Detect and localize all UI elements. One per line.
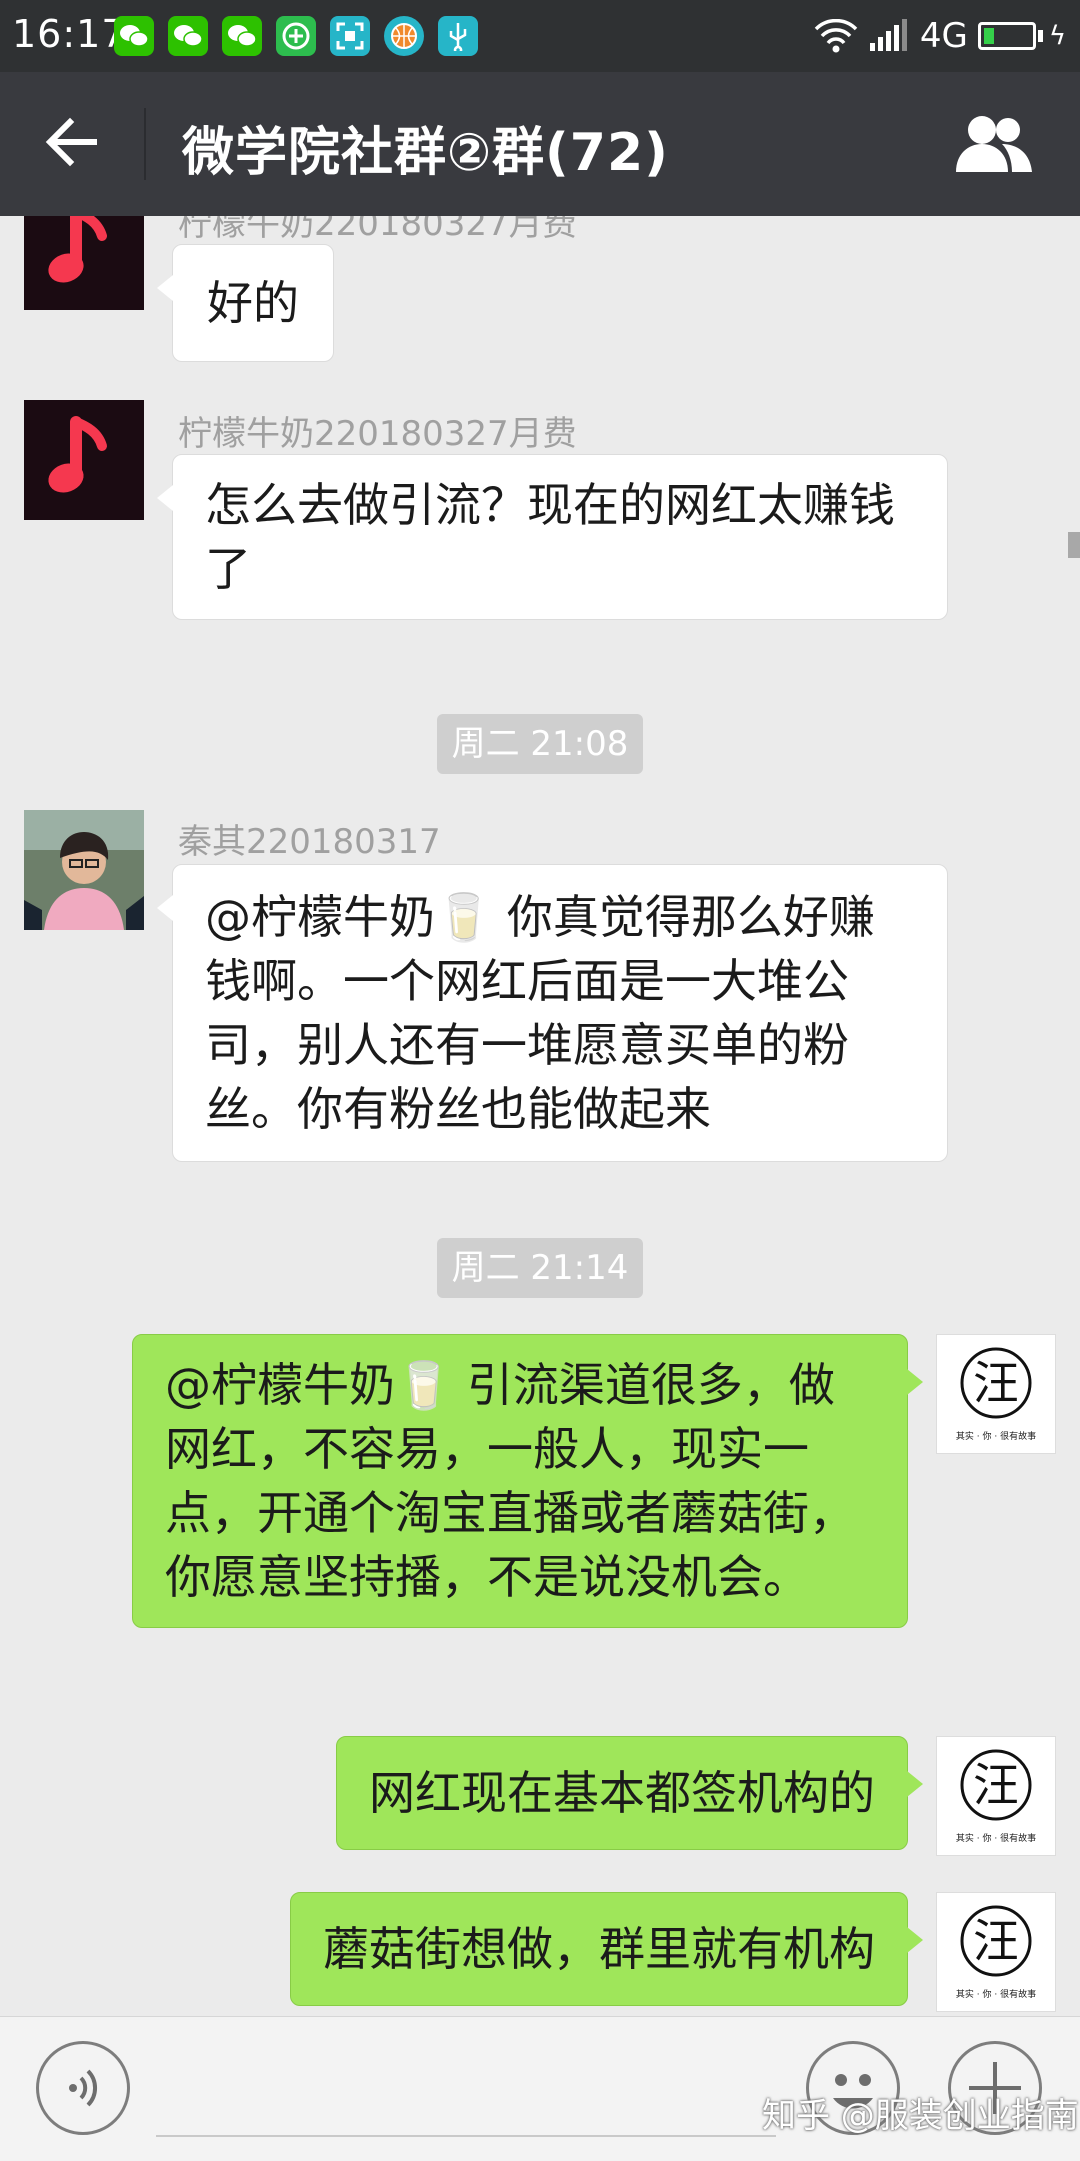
avatar-qin-qi[interactable] bbox=[24, 810, 144, 930]
battery-icon bbox=[977, 22, 1036, 50]
wang-logo: 汪 其实 · 你 · 很有故事 bbox=[956, 1749, 1036, 1844]
battery-tip bbox=[1037, 30, 1043, 42]
status-right: 4G ϟ bbox=[814, 12, 1066, 60]
svg-text:汪: 汪 bbox=[973, 1758, 1019, 1812]
scan-icon bbox=[330, 16, 370, 56]
svg-text:汪: 汪 bbox=[973, 1914, 1019, 1968]
group-members-button[interactable] bbox=[952, 112, 1036, 176]
message-bubble-outgoing[interactable]: @柠檬牛奶🥛 引流渠道很多，做网红，不容易，一般人，现实一点，开通个淘宝直播或者… bbox=[132, 1334, 923, 1628]
wang-logo: 汪 其实 · 你 · 很有故事 bbox=[956, 1347, 1036, 1442]
svg-text:其实 · 你 · 很有故事: 其实 · 你 · 很有故事 bbox=[956, 1430, 1036, 1442]
sender-name: 柠檬牛奶220180327月费 bbox=[178, 216, 577, 244]
title-bar: 微学院社群②群(72) bbox=[0, 72, 1080, 216]
charging-icon: ϟ bbox=[1048, 21, 1066, 51]
chat-title: 微学院社群②群(72) bbox=[182, 123, 669, 183]
message-bubble-incoming[interactable]: 怎么去做引流？现在的网红太赚钱了 bbox=[157, 454, 948, 620]
message-bubble-outgoing[interactable]: 网红现在基本都签机构的 bbox=[336, 1736, 923, 1850]
signal-icon bbox=[869, 19, 907, 51]
wechat-icon bbox=[222, 16, 262, 56]
basketball-icon bbox=[384, 16, 424, 56]
message-bubble-incoming[interactable]: @柠檬牛奶🥛 你真觉得那么好赚钱啊。一个网红后面是一大堆公司，别人还有一堆愿意买… bbox=[157, 864, 948, 1162]
avatar-self[interactable]: 汪 其实 · 你 · 很有故事 bbox=[936, 1892, 1056, 2012]
sender-name: 秦其220180317 bbox=[178, 822, 441, 862]
timestamp: 周二 21:14 bbox=[437, 1238, 643, 1298]
back-arrow-icon bbox=[45, 117, 97, 167]
wechat-icon bbox=[114, 16, 154, 56]
plus-circle-icon bbox=[276, 16, 316, 56]
scrollbar-thumb[interactable] bbox=[1068, 532, 1080, 558]
avatar-self[interactable]: 汪 其实 · 你 · 很有故事 bbox=[936, 1736, 1056, 1856]
chat-message-list[interactable]: 柠檬牛奶220180327月费 好的 柠檬牛奶220180327月费 怎么去做引… bbox=[0, 216, 1080, 2016]
wifi-icon bbox=[814, 19, 858, 53]
music-note-icon bbox=[48, 216, 107, 283]
network-type: 4G bbox=[919, 16, 968, 56]
message-bubble-incoming[interactable]: 好的 bbox=[157, 244, 334, 362]
message-bubble-outgoing[interactable]: 蘑菇街想做，群里就有机构 bbox=[290, 1892, 923, 2006]
timestamp: 周二 21:08 bbox=[437, 714, 643, 774]
person-photo bbox=[24, 810, 144, 930]
watermark: 知乎 @服装创业指南 bbox=[762, 2096, 1079, 2136]
group-members-icon bbox=[956, 116, 1032, 172]
voice-input-button[interactable] bbox=[36, 2041, 130, 2135]
wechat-icon bbox=[168, 16, 208, 56]
avatar-lemon-milk[interactable] bbox=[24, 400, 144, 520]
status-bar: 16:17 4G ϟ bbox=[0, 0, 1080, 72]
message-input[interactable] bbox=[156, 2135, 776, 2137]
svg-text:其实 · 你 · 很有故事: 其实 · 你 · 很有故事 bbox=[956, 1832, 1036, 1844]
music-note-icon bbox=[48, 416, 107, 493]
wang-logo: 汪 其实 · 你 · 很有故事 bbox=[956, 1905, 1036, 2000]
svg-text:其实 · 你 · 很有故事: 其实 · 你 · 很有故事 bbox=[956, 1988, 1036, 2000]
usb-icon bbox=[438, 16, 478, 56]
back-button[interactable] bbox=[40, 112, 104, 176]
voice-icon bbox=[69, 2069, 98, 2107]
sender-name: 柠檬牛奶220180327月费 bbox=[178, 414, 577, 454]
avatar-self[interactable]: 汪 其实 · 你 · 很有故事 bbox=[936, 1334, 1056, 1454]
svg-text:汪: 汪 bbox=[973, 1356, 1019, 1410]
status-time: 16:17 bbox=[12, 12, 127, 56]
title-divider bbox=[144, 108, 146, 180]
avatar-lemon-milk[interactable] bbox=[24, 216, 144, 310]
